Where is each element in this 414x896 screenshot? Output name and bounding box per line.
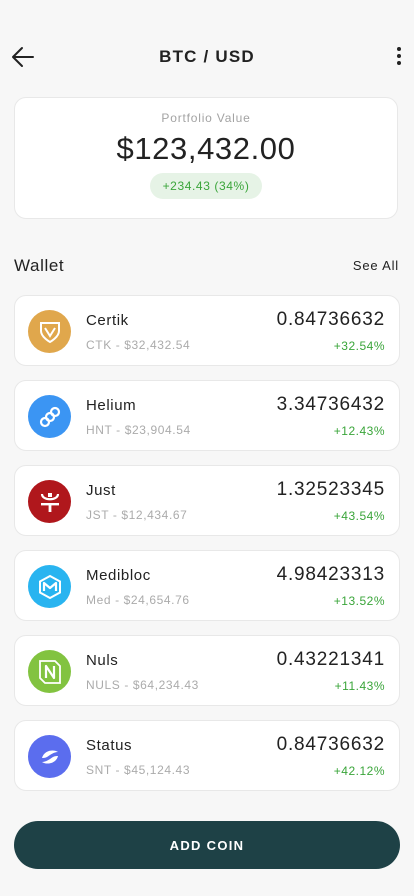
coin-change: +42.12% [333,764,385,778]
coin-card-status[interactable]: Status SNT - $45,124.43 0.84736632 +42.1… [14,720,400,791]
coin-amount: 0.84736632 [276,734,385,755]
certik-icon [28,310,71,353]
coin-ticker-price: CTK - $32,432.54 [86,338,191,352]
coin-change: +12.43% [333,424,385,438]
wallet-heading: Wallet [14,256,65,275]
coin-change: +43.54% [333,509,385,523]
coin-card-just[interactable]: Just JST - $12,434.67 1.32523345 +43.54% [14,465,400,536]
coin-ticker-price: JST - $12,434.67 [86,508,188,522]
medibloc-icon [28,565,71,608]
helium-icon [28,395,71,438]
add-coin-button[interactable]: ADD COIN [14,821,400,869]
coin-amount: 0.84736632 [276,309,385,330]
coin-card-nuls[interactable]: Nuls NULS - $64,234.43 0.43221341 +11.43… [14,635,400,706]
coin-ticker-price: HNT - $23,904.54 [86,423,191,437]
coin-amount: 1.32523345 [276,479,385,500]
coin-name: Status [86,737,133,754]
coin-list: Certik CTK - $32,432.54 0.84736632 +32.5… [14,295,400,805]
portfolio-change-badge: +234.43 (34%) [149,173,263,199]
coin-name: Nuls [86,652,119,669]
coin-ticker-price: Med - $24,654.76 [86,593,190,607]
portfolio-label: Portfolio Value [161,111,251,125]
coin-card-helium[interactable]: Helium HNT - $23,904.54 3.34736432 +12.4… [14,380,400,451]
status-icon [28,735,71,778]
page-title: BTC / USD [159,47,255,66]
more-vertical-icon [397,47,401,51]
coin-name: Medibloc [86,567,151,584]
coin-card-certik[interactable]: Certik CTK - $32,432.54 0.84736632 +32.5… [14,295,400,366]
coin-amount: 0.43221341 [276,649,385,670]
coin-card-medibloc[interactable]: Medibloc Med - $24,654.76 4.98423313 +13… [14,550,400,621]
just-icon [28,480,71,523]
coin-ticker-price: SNT - $45,124.43 [86,763,191,777]
coin-amount: 3.34736432 [276,394,385,415]
nuls-icon [28,650,71,693]
coin-ticker-price: NULS - $64,234.43 [86,678,199,692]
coin-name: Helium [86,397,137,414]
see-all-link[interactable]: See All [353,258,399,273]
coin-change: +11.43% [334,679,385,693]
coin-change: +13.52% [333,594,385,608]
portfolio-card: Portfolio Value $123,432.00 +234.43 (34%… [14,97,398,219]
coin-name: Certik [86,312,129,329]
coin-amount: 4.98423313 [276,564,385,585]
more-menu-button[interactable] [392,44,406,70]
portfolio-value: $123,432.00 [116,131,296,166]
coin-name: Just [86,482,116,499]
coin-change: +32.54% [333,339,385,353]
